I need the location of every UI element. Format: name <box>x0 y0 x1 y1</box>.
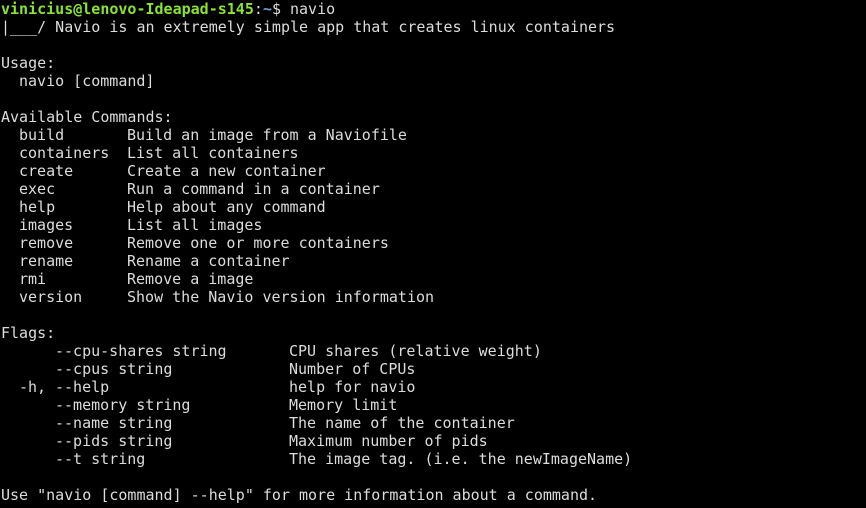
usage-heading: Usage: <box>1 54 56 72</box>
flag-row: --name string The name of the container <box>1 414 632 432</box>
command-name: containers <box>19 144 110 162</box>
flag-name: --t string <box>55 450 146 468</box>
terminal-window[interactable]: vinicius@lenovo-Ideapad-s145:~$ navio |_… <box>0 0 866 508</box>
command-row: create Create a new container <box>1 162 632 180</box>
flag-name: --memory string <box>55 396 191 414</box>
command-desc: Show the Navio version information <box>127 288 435 306</box>
command-row: images List all images <box>1 216 632 234</box>
flags-heading: Flags: <box>1 324 56 342</box>
flag-desc: The name of the container <box>289 414 515 432</box>
command-desc: Run a command in a container <box>127 180 380 198</box>
command-desc: Create a new container <box>127 162 326 180</box>
command-desc: Rename a container <box>127 252 290 270</box>
command-row: version Show the Navio version informatio… <box>1 288 632 306</box>
command-name: images <box>19 216 74 234</box>
command-desc: List all containers <box>127 144 299 162</box>
command-row: containers List all containers <box>1 144 632 162</box>
prompt-line: vinicius@lenovo-Ideapad-s145:~$ navio <box>1 0 632 18</box>
command-row: exec Run a command in a container <box>1 180 632 198</box>
command-name: rename <box>19 252 74 270</box>
command-name: create <box>19 162 74 180</box>
flag-desc: help for navio <box>289 378 416 396</box>
command-row: rmi Remove a image <box>1 270 632 288</box>
command-name: exec <box>19 180 56 198</box>
command-name: help <box>19 198 56 216</box>
flag-row: --cpu-shares string CPU shares (relative … <box>1 342 632 360</box>
prompt-user-host: vinicius@lenovo-Ideapad-s145 <box>1 0 254 18</box>
flag-row: --cpus string Number of CPUs <box>1 360 632 378</box>
commands-list: build Build an image from a Naviofile con… <box>1 126 632 306</box>
command-row: rename Rename a container <box>1 252 632 270</box>
command-desc: Help about any command <box>127 198 326 216</box>
command-desc: Build an image from a Naviofile <box>127 126 407 144</box>
flag-row: --t string The image tag. (i.e. the newIm… <box>1 450 632 468</box>
flag-short: -h, <box>19 378 56 396</box>
command-row: build Build an image from a Naviofile <box>1 126 632 144</box>
flag-desc: Memory limit <box>289 396 398 414</box>
terminal-output: vinicius@lenovo-Ideapad-s145:~$ navio |_… <box>1 0 632 504</box>
footer-line: Use "navio [command] --help" for more in… <box>1 486 598 504</box>
flag-row: --pids string Maximum number of pids <box>1 432 632 450</box>
usage-syntax-line: navio [command] <box>1 72 632 90</box>
flags-list: --cpu-shares string CPU shares (relative … <box>1 342 632 468</box>
flag-name: --pids string <box>55 432 173 450</box>
prompt-command: navio <box>290 0 336 18</box>
flag-name: --cpus string <box>55 360 173 378</box>
usage-syntax: navio [command] <box>19 72 155 90</box>
command-row: help Help about any command <box>1 198 632 216</box>
prompt-path: ~ <box>262 0 272 18</box>
prompt-symbol: $ <box>271 0 290 18</box>
command-desc: Remove a image <box>127 270 254 288</box>
command-name: build <box>19 126 65 144</box>
flag-row: -h, --help help for navio <box>1 378 632 396</box>
flag-name: --help <box>55 378 110 396</box>
flag-desc: The image tag. (i.e. the newImageName) <box>289 450 633 468</box>
command-row: remove Remove one or more containers <box>1 234 632 252</box>
flag-name: --cpu-shares string <box>55 342 227 360</box>
commands-heading: Available Commands: <box>1 108 173 126</box>
flag-row: --memory string Memory limit <box>1 396 632 414</box>
banner-line: |___/ Navio is an extremely simple app t… <box>1 18 616 36</box>
flag-desc: Maximum number of pids <box>289 432 488 450</box>
prompt-separator: : <box>253 0 263 18</box>
command-desc: List all images <box>127 216 263 234</box>
command-desc: Remove one or more containers <box>127 234 389 252</box>
flag-desc: Number of CPUs <box>289 360 416 378</box>
command-name: remove <box>19 234 74 252</box>
flag-desc: CPU shares (relative weight) <box>289 342 542 360</box>
command-name: version <box>19 288 83 306</box>
flag-name: --name string <box>55 414 173 432</box>
command-name: rmi <box>19 270 47 288</box>
